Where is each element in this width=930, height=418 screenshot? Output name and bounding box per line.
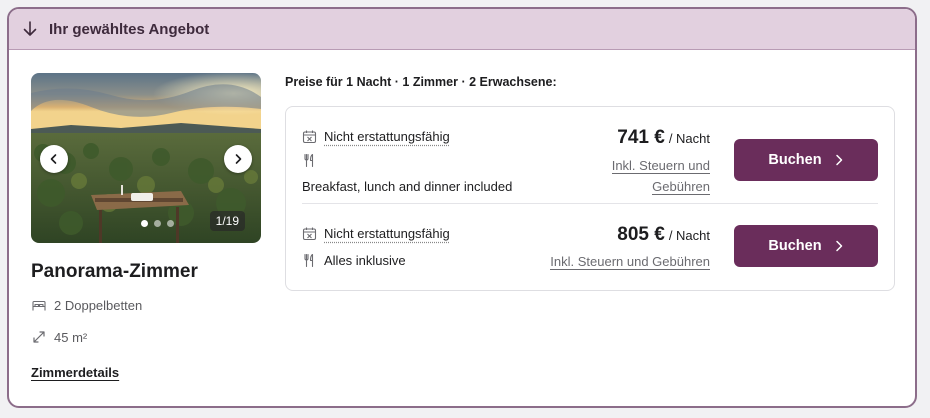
book-button-label: Buchen [768, 152, 822, 168]
room-photo-gallery[interactable]: 1/19 [31, 73, 261, 243]
book-button[interactable]: Buchen [734, 225, 878, 267]
room-size-text: 45 m² [54, 329, 88, 345]
meal-plan-text: Breakfast, lunch and dinner included [302, 179, 513, 194]
chevron-left-icon [50, 154, 57, 164]
price-info: Preise für 1 Nacht · 1 Zimmer · 2 Erwach… [285, 75, 557, 89]
offer-price: 805 € / Nacht [617, 224, 710, 246]
room-details-link[interactable]: Zimmerdetails [31, 365, 119, 380]
rates-section: Preise für 1 Nacht · 1 Zimmer · 2 Erwach… [285, 75, 895, 291]
taxes-note-line2: Gebühren [652, 179, 710, 195]
calendar-x-icon [302, 226, 317, 241]
book-button-label: Buchen [768, 238, 822, 254]
policy-text[interactable]: Nicht erstattungsfähig [324, 226, 450, 241]
cancellation-policy: Nicht erstattungsfähig [302, 129, 450, 144]
gallery-counter: 1/19 [209, 211, 245, 231]
offer-row: Nicht erstattungsfähig Alles inklusive 8… [302, 203, 878, 290]
room-summary: 1/19 Panorama-Zimmer 2 Doppelbetten 45 m… [31, 73, 263, 382]
bed-icon [31, 297, 47, 313]
price-unit: / Nacht [668, 228, 710, 243]
gallery-dots [141, 220, 174, 227]
taxes-note-line1: Inkl. Steuern und Gebühren [550, 254, 710, 270]
price-unit: / Nacht [668, 131, 710, 146]
gallery-dot[interactable] [154, 220, 161, 227]
meal-plan: Breakfast, lunch and dinner included [302, 179, 512, 194]
resize-icon [31, 329, 47, 345]
calendar-x-icon [302, 129, 317, 144]
cutlery-icon [302, 253, 317, 268]
room-beds: 2 Doppelbetten [31, 297, 263, 313]
taxes-note[interactable]: Inkl. Steuern und Gebühren [611, 155, 710, 197]
offer-header[interactable]: Ihr gewähltes Angebot [9, 9, 915, 50]
chevron-right-icon [834, 154, 844, 166]
offer-header-title: Ihr gewähltes Angebot [49, 20, 210, 38]
chevron-right-icon [235, 154, 242, 164]
room-size: 45 m² [31, 329, 263, 345]
taxes-note[interactable]: Inkl. Steuern und Gebühren [550, 251, 710, 272]
price-amount: 741 € [617, 127, 665, 148]
cancellation-policy: Nicht erstattungsfähig [302, 226, 450, 241]
arrow-down-icon [21, 20, 39, 38]
meal-plan: Alles inklusive [302, 253, 406, 268]
offer-row: Nicht erstattungsfähig Breakfast, lunch … [302, 107, 878, 203]
gallery-dot[interactable] [167, 220, 174, 227]
meal-plan-text: Alles inklusive [324, 253, 406, 268]
book-button[interactable]: Buchen [734, 139, 878, 181]
offer-list: Nicht erstattungsfähig Breakfast, lunch … [285, 106, 895, 291]
room-beds-text: 2 Doppelbetten [54, 297, 143, 313]
gallery-next-button[interactable] [224, 145, 252, 173]
cutlery-icon [302, 153, 317, 168]
meal-plan-icon-row [302, 153, 324, 168]
price-amount: 805 € [617, 224, 665, 245]
taxes-note-line1: Inkl. Steuern und [611, 158, 710, 174]
room-title: Panorama-Zimmer [31, 261, 198, 282]
gallery-prev-button[interactable] [40, 145, 68, 173]
policy-text[interactable]: Nicht erstattungsfähig [324, 129, 450, 144]
offer-price: 741 € / Nacht [617, 127, 710, 149]
gallery-dot[interactable] [141, 220, 148, 227]
selected-offer-card: Ihr gewähltes Angebot 1/19 Panorama-Zimm… [7, 7, 917, 408]
chevron-right-icon [834, 240, 844, 252]
